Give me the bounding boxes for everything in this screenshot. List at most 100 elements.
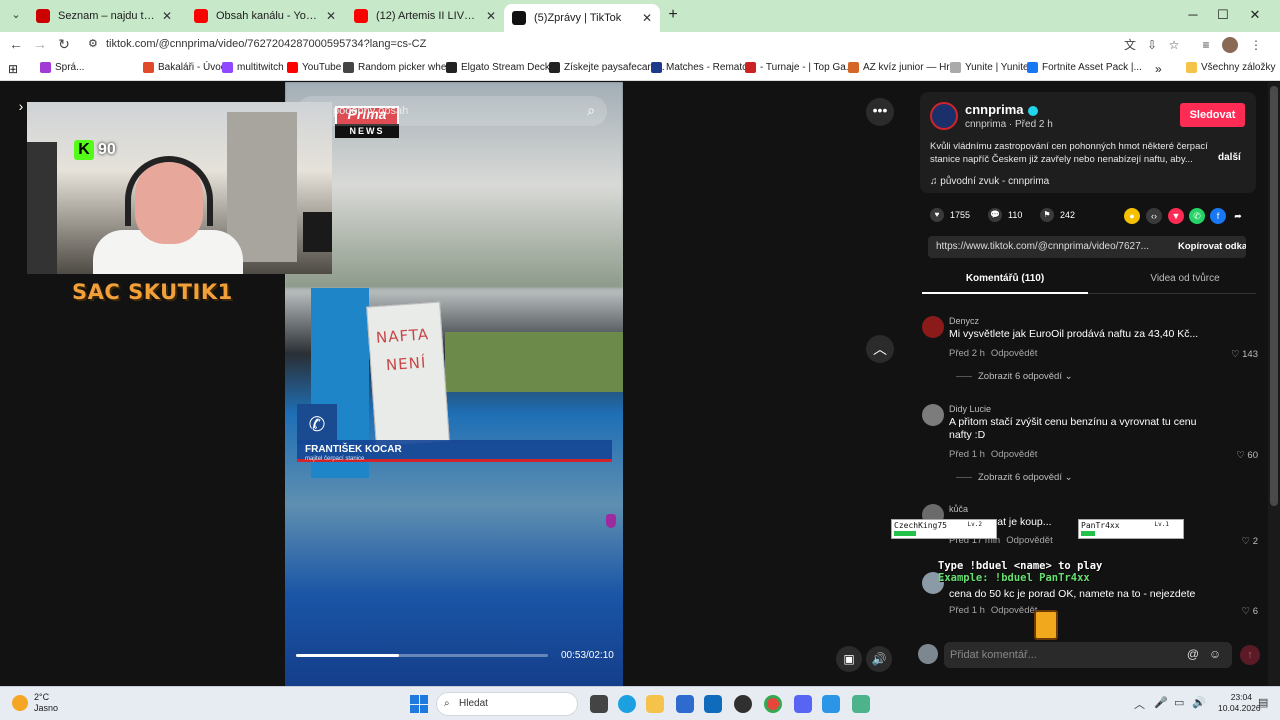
reply-button[interactable]: Odpovědět [991, 449, 1037, 460]
maximize-icon[interactable]: ☐ [1208, 0, 1238, 32]
bookmark-item[interactable]: Yunite | Yunite [950, 62, 1029, 73]
bookmark-item[interactable]: Sprá... [40, 62, 84, 73]
emoji-icon[interactable]: ☺ [1206, 645, 1224, 663]
close-tab-icon[interactable]: ✕ [486, 9, 496, 23]
save-button[interactable]: ⚑ 242 [1040, 208, 1075, 222]
chrome-icon[interactable] [764, 695, 782, 713]
comment-like[interactable]: ♡ 6 [1242, 606, 1258, 617]
back-icon[interactable]: ← [6, 36, 26, 52]
install-app-icon[interactable]: ⇩ [1144, 37, 1160, 53]
video-progress-bar[interactable] [296, 654, 548, 657]
display-icon[interactable]: ▭ [1174, 696, 1184, 709]
comment-like[interactable]: ♡ 60 [1236, 450, 1258, 461]
sound-link[interactable]: ♫ původní zvuk - cnnprima [930, 176, 1049, 187]
bookmark-item[interactable]: - Turnaje - | Top Ga... [745, 62, 854, 73]
taskbar-search[interactable]: ⌕ Hledat [436, 692, 578, 716]
commenter-avatar[interactable] [922, 404, 944, 426]
facebook-icon[interactable]: f [1210, 208, 1226, 224]
pip-icon[interactable]: ▣ [836, 646, 862, 672]
weather-widget[interactable]: 2°C Jasno [12, 692, 58, 714]
task-view-icon[interactable] [590, 695, 608, 713]
close-window-icon[interactable]: ✕ [1240, 0, 1270, 32]
embed-icon[interactable]: ‹› [1146, 208, 1162, 224]
close-tab-icon[interactable]: ✕ [326, 9, 336, 23]
mention-icon[interactable]: @ [1184, 645, 1202, 663]
speaker-icon[interactable]: 🔊 [1192, 696, 1206, 709]
app-icon[interactable] [852, 695, 870, 713]
bookmark-item[interactable]: Bakaláři - Úvod [143, 62, 226, 73]
apps-grid-icon[interactable]: ⊞ [8, 62, 18, 76]
windows-start-icon[interactable] [410, 695, 428, 713]
comment-like[interactable]: ♡ 143 [1231, 349, 1258, 360]
obs-icon[interactable] [734, 695, 752, 713]
system-clock[interactable]: 23:04 10.04.2026 [1218, 692, 1261, 714]
follow-button[interactable]: Sledovat [1180, 103, 1245, 127]
bookmark-item[interactable]: Získejte paysafecard... [549, 62, 665, 73]
forward-icon[interactable]: → [30, 36, 50, 52]
reload-icon[interactable]: ↻ [54, 36, 74, 53]
close-tab-icon[interactable]: ✕ [642, 11, 652, 25]
comment-like[interactable]: ♡ 2 [1242, 536, 1258, 547]
new-tab-button[interactable]: + [658, 0, 688, 32]
video-player[interactable]: NAFTA NENÍ Prima NEWS podobný obsah ⌕ ✆ … [285, 82, 623, 686]
bookmark-item[interactable]: Fortnite Asset Pack |... [1027, 62, 1142, 73]
tab-comments[interactable]: Komentářů (110) [922, 273, 1088, 294]
author-avatar[interactable] [930, 102, 958, 130]
more-description-link[interactable]: další [1218, 152, 1241, 163]
site-info-icon[interactable]: ⚙ [88, 34, 98, 55]
reply-button[interactable]: Odpovědět [991, 605, 1037, 616]
minimize-icon[interactable]: ─ [1178, 0, 1208, 32]
tab-search-icon[interactable]: ⌄ [6, 8, 26, 21]
store-icon[interactable] [676, 695, 694, 713]
scroll-thumb[interactable] [1270, 86, 1278, 506]
tab-youtube-studio[interactable]: Obsah kanálu - YouTube Studio ✕ [186, 4, 344, 28]
coin-share-icon[interactable]: ● [1124, 208, 1140, 224]
copy-link-button[interactable]: Kopírovat odkaz [1178, 236, 1246, 258]
url-field[interactable]: ⚙ tiktok.com/@cnnprima/video/76272042870… [80, 34, 1110, 55]
show-replies-button[interactable]: Zobrazit 6 odpovědí ⌄ [956, 371, 1073, 382]
more-options-icon[interactable]: ••• [866, 98, 894, 126]
bookmark-item[interactable]: Elgato Stream Deck... [446, 62, 558, 73]
bookmark-item[interactable]: YouTube [287, 62, 341, 73]
tab-tiktok[interactable]: (5)Zprávy | TikTok ✕ [504, 4, 660, 32]
search-icon[interactable]: ⌕ [581, 102, 601, 122]
tray-chevron-icon[interactable]: ︿ [1134, 696, 1145, 712]
file-explorer-icon[interactable] [646, 695, 664, 713]
tab-creator-videos[interactable]: Videa od tvůrce [1102, 273, 1268, 284]
share-arrow-icon[interactable]: ➦ [1230, 208, 1246, 224]
like-button[interactable]: ♥ 1755 [930, 208, 970, 222]
volume-icon[interactable]: 🔊 [866, 646, 892, 672]
commenter-avatar[interactable] [922, 316, 944, 338]
edge-icon[interactable] [618, 695, 636, 713]
outlook-icon[interactable] [704, 695, 722, 713]
send-comment-button[interactable]: ↑ [1240, 645, 1260, 665]
profile-avatar[interactable] [1222, 37, 1238, 53]
media-control-icon[interactable]: ≡ [1198, 37, 1214, 53]
related-search-field[interactable]: podobný obsah [297, 96, 607, 126]
show-replies-button[interactable]: Zobrazit 6 odpovědí ⌄ [956, 472, 1073, 483]
send-share-icon[interactable]: ▼ [1168, 208, 1184, 224]
bookmark-item[interactable]: multitwitch [222, 62, 284, 73]
all-bookmarks-button[interactable]: Všechny záložky [1186, 62, 1275, 73]
notification-icon[interactable]: ▤ [1258, 696, 1268, 709]
discord-icon[interactable] [794, 695, 812, 713]
tab-artemis[interactable]: (12) Artemis II LIVE: Earth re... ✕ [346, 4, 504, 28]
whatsapp-icon[interactable]: ✆ [1189, 208, 1205, 224]
microphone-icon[interactable]: 🎤 [1154, 696, 1168, 709]
commenter-name[interactable]: kůča [949, 504, 968, 514]
reply-button[interactable]: Odpovědět [1006, 535, 1052, 546]
author-name[interactable]: cnnprima [965, 102, 1038, 117]
commenter-name[interactable]: Didy Lucie [949, 404, 991, 414]
bookmark-item[interactable]: Random picker whe... [343, 62, 455, 73]
app-icon[interactable] [822, 695, 840, 713]
menu-icon[interactable]: ⋮ [1248, 37, 1264, 53]
more-bookmarks-icon[interactable]: » [1155, 62, 1162, 76]
reply-button[interactable]: Odpovědět [991, 348, 1037, 359]
previous-video-icon[interactable]: ︿ [866, 335, 894, 363]
bookmark-item[interactable]: Matches - Rematch [651, 62, 753, 73]
page-scrollbar[interactable] [1268, 82, 1280, 686]
close-tab-icon[interactable]: ✕ [162, 9, 172, 23]
translate-icon[interactable]: 文 [1122, 37, 1138, 53]
commenter-name[interactable]: Denycz [949, 316, 979, 326]
star-icon[interactable]: ☆ [1166, 37, 1182, 53]
